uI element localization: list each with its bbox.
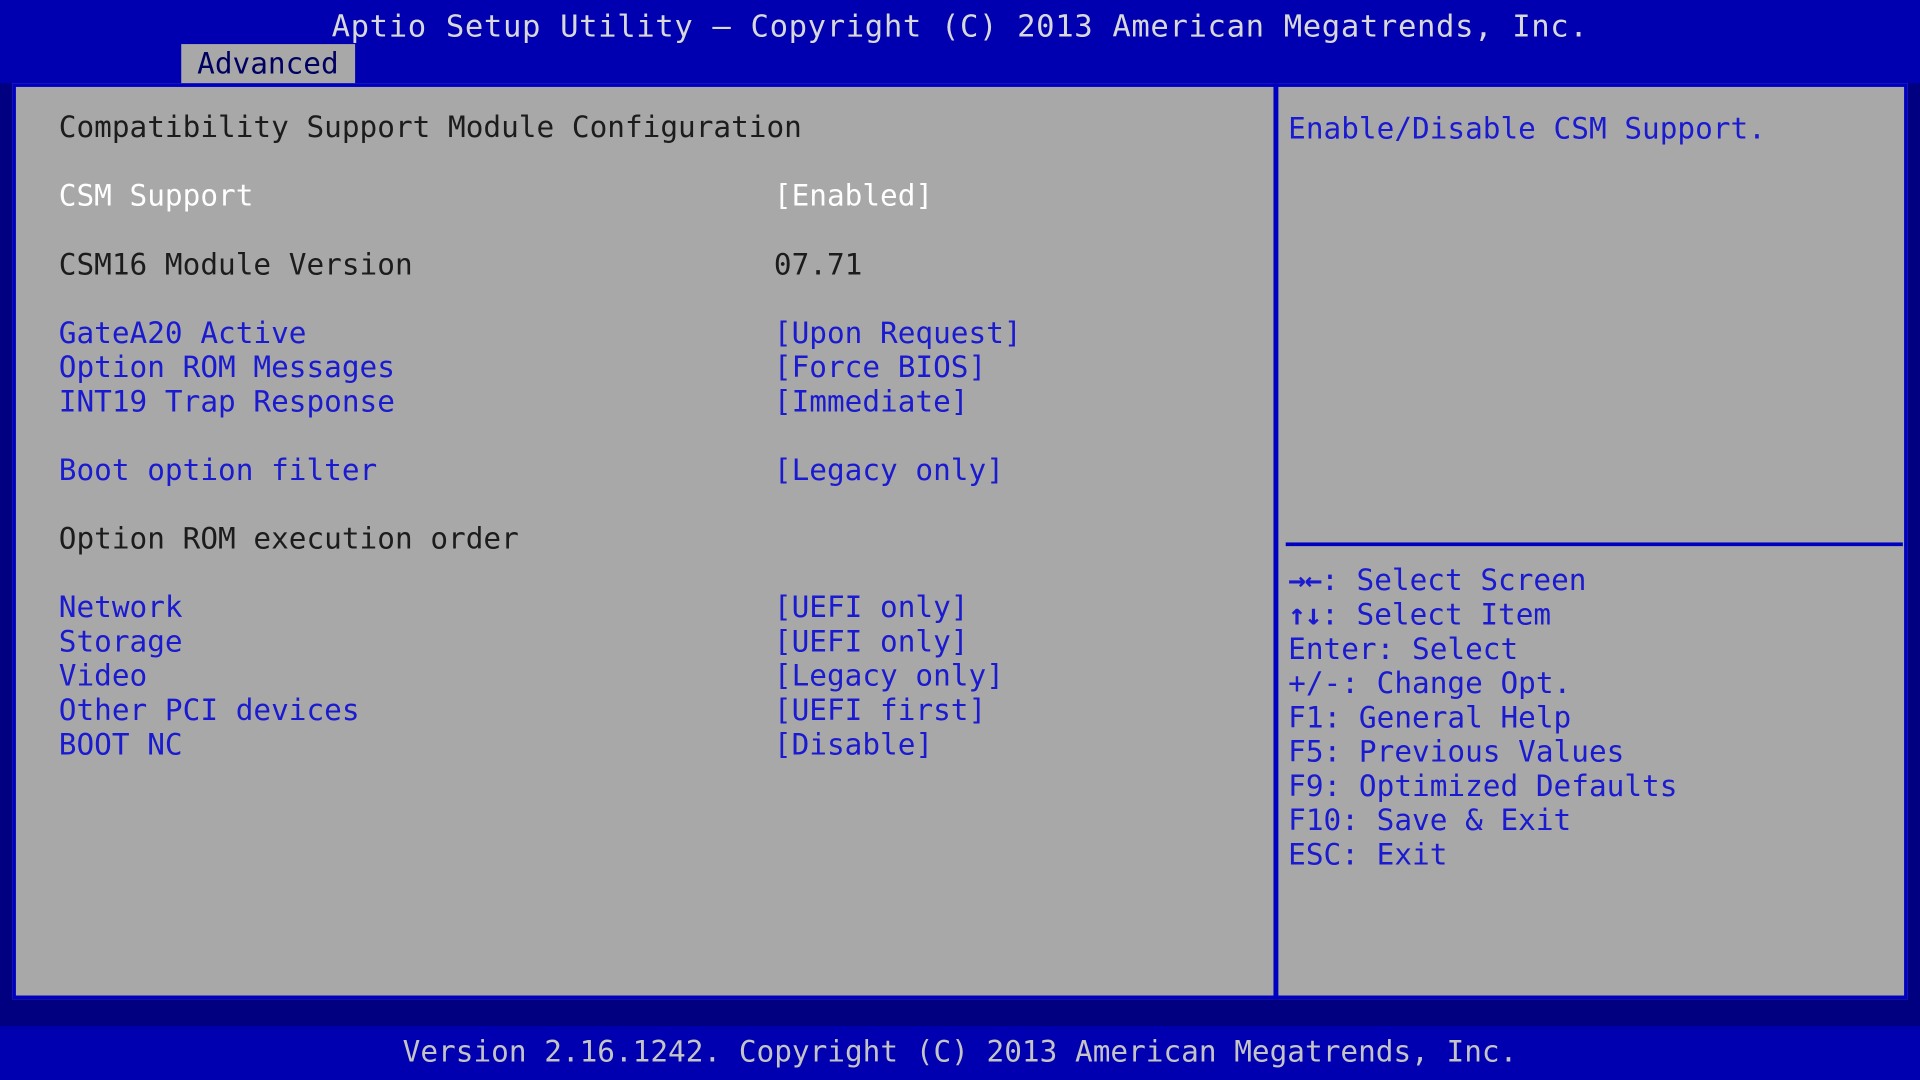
setting-label: GateA20 Active — [58, 315, 307, 351]
setting-value[interactable]: [UEFI first] — [774, 693, 986, 727]
setting-value[interactable]: [UEFI only] — [774, 590, 969, 624]
setting-value[interactable]: [Legacy only] — [774, 659, 1004, 693]
setting-row-int19-trap-response[interactable]: INT19 Trap Response [Immediate] — [16, 384, 1270, 418]
setting-row-video[interactable]: Video [Legacy only] — [16, 659, 1270, 693]
setting-label: Option ROM Messages — [58, 350, 395, 385]
setting-value[interactable]: [Enabled] — [774, 179, 933, 213]
section-title: Compatibility Support Module Configurati… — [58, 110, 802, 145]
setting-value[interactable]: [Upon Request] — [774, 316, 1022, 350]
setting-label: Network — [58, 590, 183, 625]
setting-row-gatea20-active[interactable]: GateA20 Active [Upon Request] — [16, 316, 1270, 350]
bios-screen: Aptio Setup Utility – Copyright (C) 2013… — [0, 0, 1920, 1080]
setting-label: CSM16 Module Version — [58, 247, 413, 282]
setting-row-csm16-module-version: CSM16 Module Version 07.71 — [16, 247, 1270, 281]
key-legend-label: Enter: Select — [1288, 631, 1519, 667]
setting-value[interactable]: [Legacy only] — [774, 453, 1004, 487]
key-legend-label: : Select Screen — [1321, 563, 1587, 598]
screen-background: Aptio Setup Utility – Copyright (C) 2013… — [0, 0, 1920, 1080]
key-legend-item-f5-previous-values: F5: Previous Values — [1288, 735, 1900, 769]
setting-value[interactable]: [Force BIOS] — [774, 350, 986, 384]
setting-row-boot-option-filter[interactable]: Boot option filter [Legacy only] — [16, 453, 1270, 487]
setting-row-network[interactable]: Network [UEFI only] — [16, 590, 1270, 624]
setting-row-boot-nc[interactable]: BOOT NC [Disable] — [16, 727, 1270, 761]
key-legend-label: F5: Previous Values — [1288, 734, 1625, 769]
key-legend-item-f1-general-help: F1: General Help — [1288, 700, 1900, 734]
setting-label: Boot option filter — [58, 453, 378, 488]
key-legend-label: F10: Save & Exit — [1288, 803, 1572, 838]
arrow-up-down-icon: ↑↓ — [1288, 597, 1322, 632]
subsection-title: Option ROM execution order — [58, 521, 519, 556]
setting-row-other-pci-devices[interactable]: Other PCI devices [UEFI first] — [16, 693, 1270, 727]
setting-label: Storage — [58, 624, 183, 659]
footer-version-text: Version 2.16.1242. Copyright (C) 2013 Am… — [402, 1034, 1518, 1069]
key-legend-label: +/-: Change Opt. — [1288, 666, 1572, 701]
settings-list: Compatibility Support Module Configurati… — [16, 83, 1270, 992]
help-description: Enable/Disable CSM Support. — [1288, 111, 1766, 146]
tab-advanced[interactable]: Advanced — [181, 44, 355, 84]
menu-bar: Advanced — [181, 44, 355, 84]
window-title: Aptio Setup Utility – Copyright (C) 2013… — [331, 8, 1589, 45]
key-legend-label: F9: Optimized Defaults — [1288, 768, 1678, 804]
setting-row-storage[interactable]: Storage [UEFI only] — [16, 624, 1270, 658]
key-legend-item-esc-exit: ESC: Exit — [1288, 838, 1900, 872]
key-legend-label: ESC: Exit — [1288, 837, 1448, 872]
key-legend-item-enter: Enter: Select — [1288, 632, 1900, 666]
setting-label: INT19 Trap Response — [58, 384, 395, 419]
key-legend-item-change-opt: +/-: Change Opt. — [1288, 666, 1900, 700]
setting-value[interactable]: [Disable] — [774, 727, 933, 761]
key-legend: →←: Select Screen ↑↓: Select Item Enter:… — [1288, 563, 1900, 872]
key-legend-item-f10-save-exit: F10: Save & Exit — [1288, 803, 1900, 837]
key-legend-item-f9-optimized-defaults: F9: Optimized Defaults — [1288, 769, 1900, 803]
setting-label: BOOT NC — [58, 727, 183, 762]
setting-row-option-rom-messages[interactable]: Option ROM Messages [Force BIOS] — [16, 350, 1270, 384]
help-panel: Enable/Disable CSM Support. →←: Select S… — [1278, 83, 1907, 999]
help-separator — [1285, 542, 1903, 547]
title-bar: Aptio Setup Utility – Copyright (C) 2013… — [0, 0, 1920, 84]
key-legend-label: : Select Item — [1321, 597, 1552, 632]
footer-bar: Version 2.16.1242. Copyright (C) 2013 Am… — [0, 1026, 1920, 1080]
key-legend-item-select-item: ↑↓: Select Item — [1288, 598, 1900, 632]
setting-value[interactable]: [Immediate] — [774, 384, 969, 418]
setting-value: 07.71 — [773, 247, 863, 282]
setting-label: CSM Support — [58, 178, 254, 214]
setting-value[interactable]: [UEFI only] — [774, 624, 969, 658]
setting-row-csm-support[interactable]: CSM Support [Enabled] — [16, 179, 1270, 213]
key-legend-label: F1: General Help — [1288, 700, 1572, 735]
setting-label: Video — [58, 658, 148, 694]
key-legend-item-select-screen: →←: Select Screen — [1288, 563, 1900, 597]
setting-label: Other PCI devices — [58, 693, 360, 728]
arrow-left-right-icon: →← — [1288, 563, 1322, 598]
